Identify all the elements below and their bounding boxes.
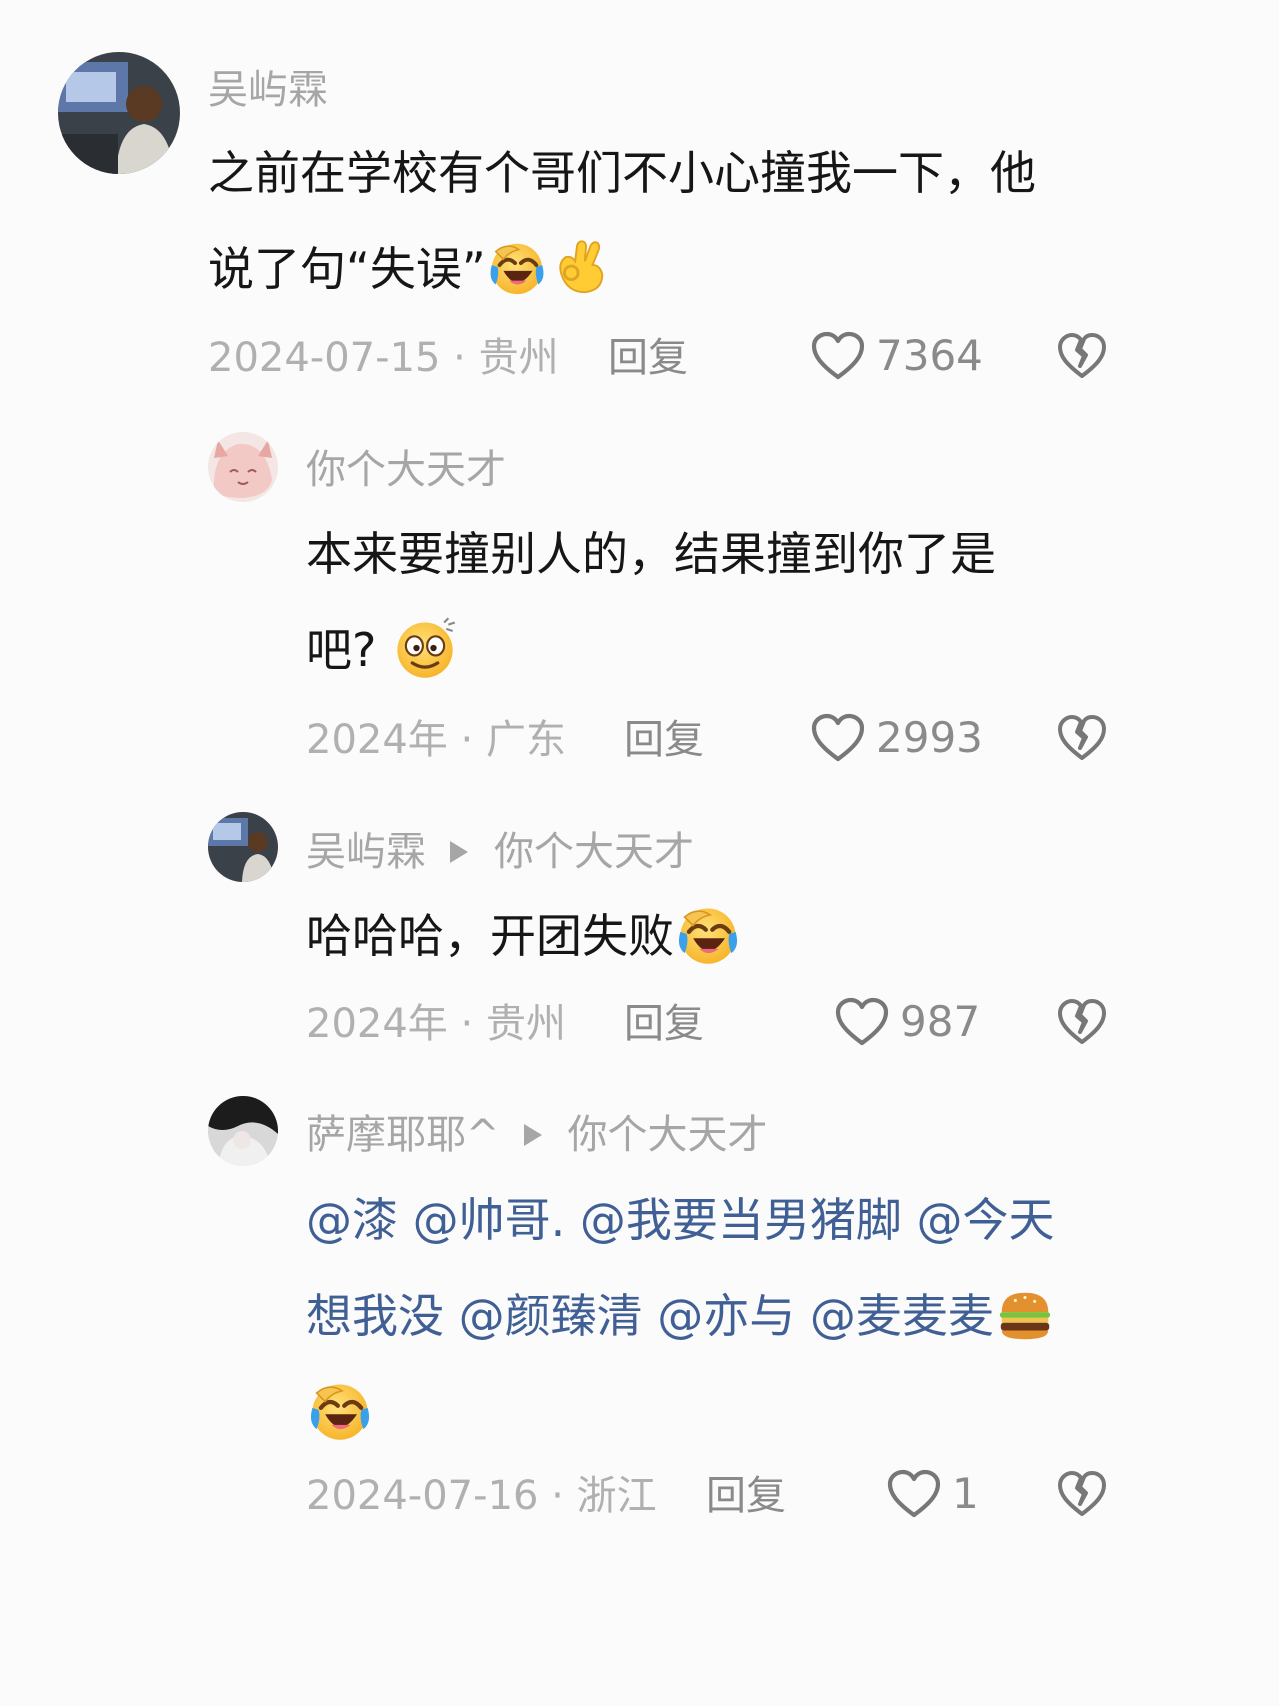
comment-text: 哈哈哈，开团失败 xyxy=(306,888,1206,984)
avatar[interactable] xyxy=(208,812,278,882)
mention-line[interactable]: @漆 @帅哥. @我要当男猪脚 @今天 xyxy=(306,1193,1055,1247)
rolling-laugh-emoji xyxy=(486,236,548,298)
reply-button[interactable]: 回复 xyxy=(608,338,688,378)
reply-header: 萨摩耶耶^ 你个大天才 xyxy=(306,1115,768,1155)
broken-heart-icon[interactable] xyxy=(1056,330,1108,382)
heart-icon xyxy=(834,996,890,1048)
comment-text: 之前在学校有个哥们不小心撞我一下，他 说了句“失误” xyxy=(208,125,1218,317)
heart-icon xyxy=(810,330,866,382)
broken-heart-icon[interactable] xyxy=(1056,996,1108,1048)
like-count: 1 xyxy=(952,1469,979,1518)
comment-text-line: 说了句“失误” xyxy=(208,242,486,296)
broken-heart-icon[interactable] xyxy=(1056,712,1108,764)
reply-button[interactable]: 回复 xyxy=(624,720,704,760)
username[interactable]: 吴屿霖 xyxy=(306,832,426,872)
like-button[interactable]: 1 xyxy=(886,1468,979,1520)
rolling-laugh-emoji xyxy=(306,1376,374,1444)
reply-arrow-icon xyxy=(450,841,468,863)
rolling-laugh-emoji xyxy=(674,900,742,968)
avatar[interactable] xyxy=(208,432,278,502)
comment-text-line: 哈哈哈，开团失败 xyxy=(306,909,674,963)
comment-text: 本来要撞别人的，结果撞到你了是 吧? xyxy=(306,506,1206,698)
ok-hand-emoji xyxy=(548,236,610,298)
comment-text-line: 本来要撞别人的，结果撞到你了是 xyxy=(306,527,996,581)
avatar[interactable] xyxy=(208,1096,278,1166)
like-count: 987 xyxy=(900,997,981,1046)
comment-date-location: 2024-07-15 · 贵州 xyxy=(208,335,559,381)
username[interactable]: 你个大天才 xyxy=(306,450,506,490)
hamburger-emoji xyxy=(994,1283,1056,1345)
comment-text-line: 之前在学校有个哥们不小心撞我一下，他 xyxy=(208,146,1036,200)
comment-text-line: 吧? xyxy=(306,623,377,677)
broken-heart-icon[interactable] xyxy=(1056,1468,1108,1520)
like-count: 7364 xyxy=(876,331,983,380)
comment-text: @漆 @帅哥. @我要当男猪脚 @今天 想我没 @颜臻清 @亦与 @麦麦麦 xyxy=(306,1172,1246,1460)
dizzy-smile-emoji xyxy=(391,614,459,682)
reply-arrow-icon xyxy=(523,1124,542,1146)
heart-icon xyxy=(810,712,866,764)
comment-date-location: 2024-07-16 · 浙江 xyxy=(306,1473,657,1519)
like-button[interactable]: 2993 xyxy=(810,712,983,764)
like-button[interactable]: 987 xyxy=(834,996,980,1048)
reply-button[interactable]: 回复 xyxy=(624,1004,704,1044)
comment-date-location: 2024年 · 贵州 xyxy=(306,1001,566,1047)
reply-to-username[interactable]: 你个大天才 xyxy=(568,1115,768,1155)
avatar[interactable] xyxy=(58,52,180,174)
reply-header: 吴屿霖 你个大天才 xyxy=(306,832,694,872)
reply-button[interactable]: 回复 xyxy=(706,1476,786,1516)
reply-to-username[interactable]: 你个大天才 xyxy=(494,832,694,872)
heart-icon xyxy=(886,1468,942,1520)
like-count: 2993 xyxy=(876,713,983,762)
comment-date-location: 2024年 · 广东 xyxy=(306,717,566,763)
mention-line[interactable]: 想我没 @颜臻清 @亦与 @麦麦麦 xyxy=(306,1289,994,1343)
username[interactable]: 萨摩耶耶^ xyxy=(306,1115,500,1155)
username[interactable]: 吴屿霖 xyxy=(208,70,328,110)
like-button[interactable]: 7364 xyxy=(810,330,983,382)
